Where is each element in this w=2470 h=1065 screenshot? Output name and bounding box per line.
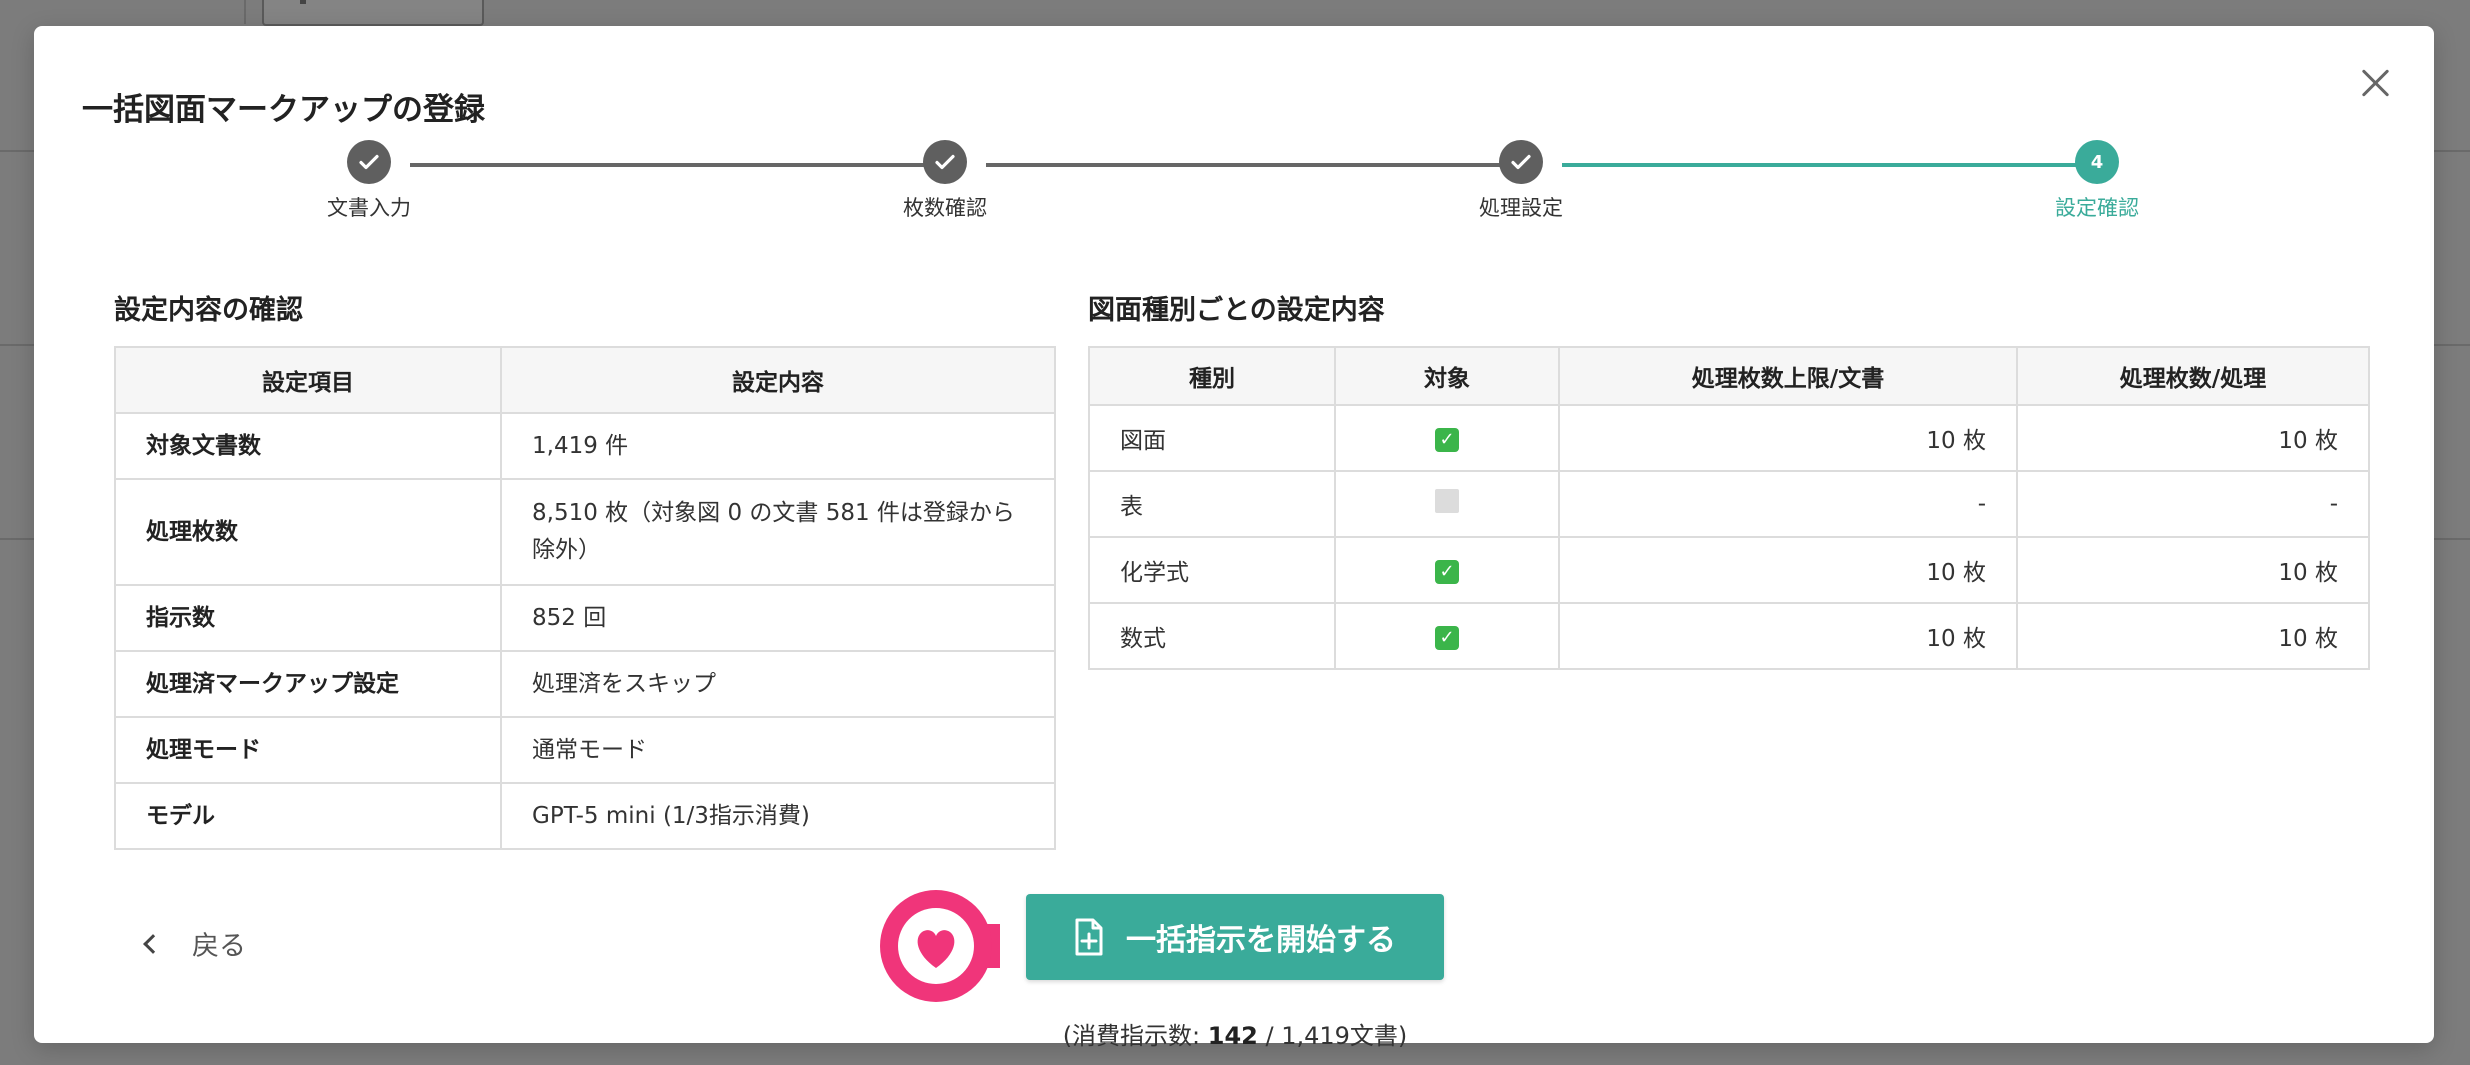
- modal-title: 一括図面マークアップの登録: [82, 92, 485, 128]
- step-4-circle: 4: [2075, 140, 2119, 184]
- setting-value: 処理済をスキップ: [500, 650, 1056, 718]
- table-row: モデル GPT-5 mini (1/3指示消費): [114, 782, 1056, 850]
- close-icon[interactable]: [2353, 61, 2397, 105]
- table-row: 図面 ✓ 10 枚 10 枚: [1088, 404, 2370, 472]
- back-label: 戻る: [192, 931, 246, 962]
- background-divider: [2434, 150, 2470, 152]
- checkbox-unchecked-icon: [1435, 489, 1459, 513]
- setting-key: モデル: [114, 782, 502, 850]
- setting-key: 処理枚数: [114, 478, 502, 586]
- type-target: ✓: [1334, 404, 1560, 472]
- step-1-circle: [347, 140, 391, 184]
- background-tab: [262, 0, 484, 26]
- start-bulk-label: 一括指示を開始する: [1126, 923, 1396, 958]
- types-table: 種別 対象 処理枚数上限/文書 処理枚数/処理 図面 ✓ 10 枚 10 枚 表…: [1088, 346, 2370, 670]
- checkbox-checked-icon: ✓: [1435, 625, 1459, 650]
- step-3-circle: [1499, 140, 1543, 184]
- back-button[interactable]: 戻る: [143, 924, 246, 963]
- chevron-left-icon: [143, 933, 163, 954]
- types-header-per: 処理枚数/処理: [2016, 346, 2370, 406]
- step-label-3: 処理設定: [1479, 196, 1563, 220]
- usage-prefix: (消費指示数:: [1062, 1022, 1208, 1050]
- type-target: ✓: [1334, 602, 1560, 670]
- file-plus-icon: [1075, 918, 1103, 956]
- background-divider: [2434, 344, 2470, 346]
- types-section-title: 図面種別ごとの設定内容: [1088, 295, 1385, 326]
- step-label-1: 文書入力: [327, 196, 411, 220]
- settings-header-item: 設定項目: [114, 346, 502, 414]
- step-label-2: 枚数確認: [903, 196, 987, 220]
- usage-count: 142: [1207, 1022, 1258, 1050]
- check-icon: [359, 154, 379, 170]
- table-row: 表 - -: [1088, 470, 2370, 538]
- setting-value: 8,510 枚（対象図 0 の文書 581 件は登録から除外）: [500, 478, 1056, 586]
- setting-key: 指示数: [114, 584, 502, 652]
- type-per: 10 枚: [2016, 602, 2370, 670]
- type-limit: -: [1558, 470, 2018, 538]
- check-icon: [1511, 154, 1531, 170]
- step-connector: [410, 163, 940, 167]
- type-per: -: [2016, 470, 2370, 538]
- background-divider: [244, 0, 246, 24]
- table-row: 指示数 852 回: [114, 584, 1056, 652]
- heart-icon: [880, 890, 1000, 1002]
- type-per: 10 枚: [2016, 536, 2370, 604]
- types-header-target: 対象: [1334, 346, 1560, 406]
- bulk-markup-modal: 一括図面マークアップの登録 4 文書入力 枚数確認 処理設定 設定確認 設定内容…: [34, 26, 2434, 1050]
- setting-value: 通常モード: [500, 716, 1056, 784]
- type-kind: 表: [1088, 470, 1336, 538]
- background-divider: [0, 150, 34, 152]
- checkbox-checked-icon: ✓: [1435, 427, 1459, 452]
- setting-key: 処理モード: [114, 716, 502, 784]
- setting-value: 1,419 件: [500, 412, 1056, 480]
- type-kind: 化学式: [1088, 536, 1336, 604]
- types-header-kind: 種別: [1088, 346, 1336, 406]
- background-divider: [0, 538, 34, 540]
- type-kind: 数式: [1088, 602, 1336, 670]
- start-bulk-button[interactable]: 一括指示を開始する: [1026, 894, 1444, 980]
- setting-key: 対象文書数: [114, 412, 502, 480]
- usage-suffix: / 1,419文書): [1257, 1022, 1408, 1050]
- settings-section-title: 設定内容の確認: [114, 295, 303, 326]
- type-per: 10 枚: [2016, 404, 2370, 472]
- table-row: 対象文書数 1,419 件: [114, 412, 1056, 480]
- type-kind: 図面: [1088, 404, 1336, 472]
- setting-value: 852 回: [500, 584, 1056, 652]
- table-row: 数式 ✓ 10 枚 10 枚: [1088, 602, 2370, 670]
- step-2-circle: [923, 140, 967, 184]
- checkbox-checked-icon: ✓: [1435, 559, 1459, 584]
- usage-text: (消費指示数: 142 / 1,419文書): [1034, 1016, 1436, 1051]
- table-row: 処理済マークアップ設定 処理済をスキップ: [114, 650, 1056, 718]
- type-limit: 10 枚: [1558, 536, 2018, 604]
- type-target: ✓: [1334, 536, 1560, 604]
- setting-key: 処理済マークアップ設定: [114, 650, 502, 718]
- types-header-limit: 処理枚数上限/文書: [1558, 346, 2018, 406]
- type-limit: 10 枚: [1558, 404, 2018, 472]
- check-icon: [935, 154, 955, 170]
- step-label-4: 設定確認: [2055, 196, 2139, 220]
- step-connector: [1562, 163, 2092, 167]
- table-row: 処理モード 通常モード: [114, 716, 1056, 784]
- setting-value: GPT-5 mini (1/3指示消費): [500, 782, 1056, 850]
- background-divider: [2434, 538, 2470, 540]
- settings-header-value: 設定内容: [500, 346, 1056, 414]
- settings-table: 設定項目 設定内容 対象文書数 1,419 件 処理枚数 8,510 枚（対象図…: [114, 346, 1056, 850]
- table-row: 化学式 ✓ 10 枚 10 枚: [1088, 536, 2370, 604]
- background-divider: [0, 344, 34, 346]
- type-target: [1334, 470, 1560, 538]
- table-row: 処理枚数 8,510 枚（対象図 0 の文書 581 件は登録から除外）: [114, 478, 1056, 586]
- type-limit: 10 枚: [1558, 602, 2018, 670]
- step-connector: [986, 163, 1516, 167]
